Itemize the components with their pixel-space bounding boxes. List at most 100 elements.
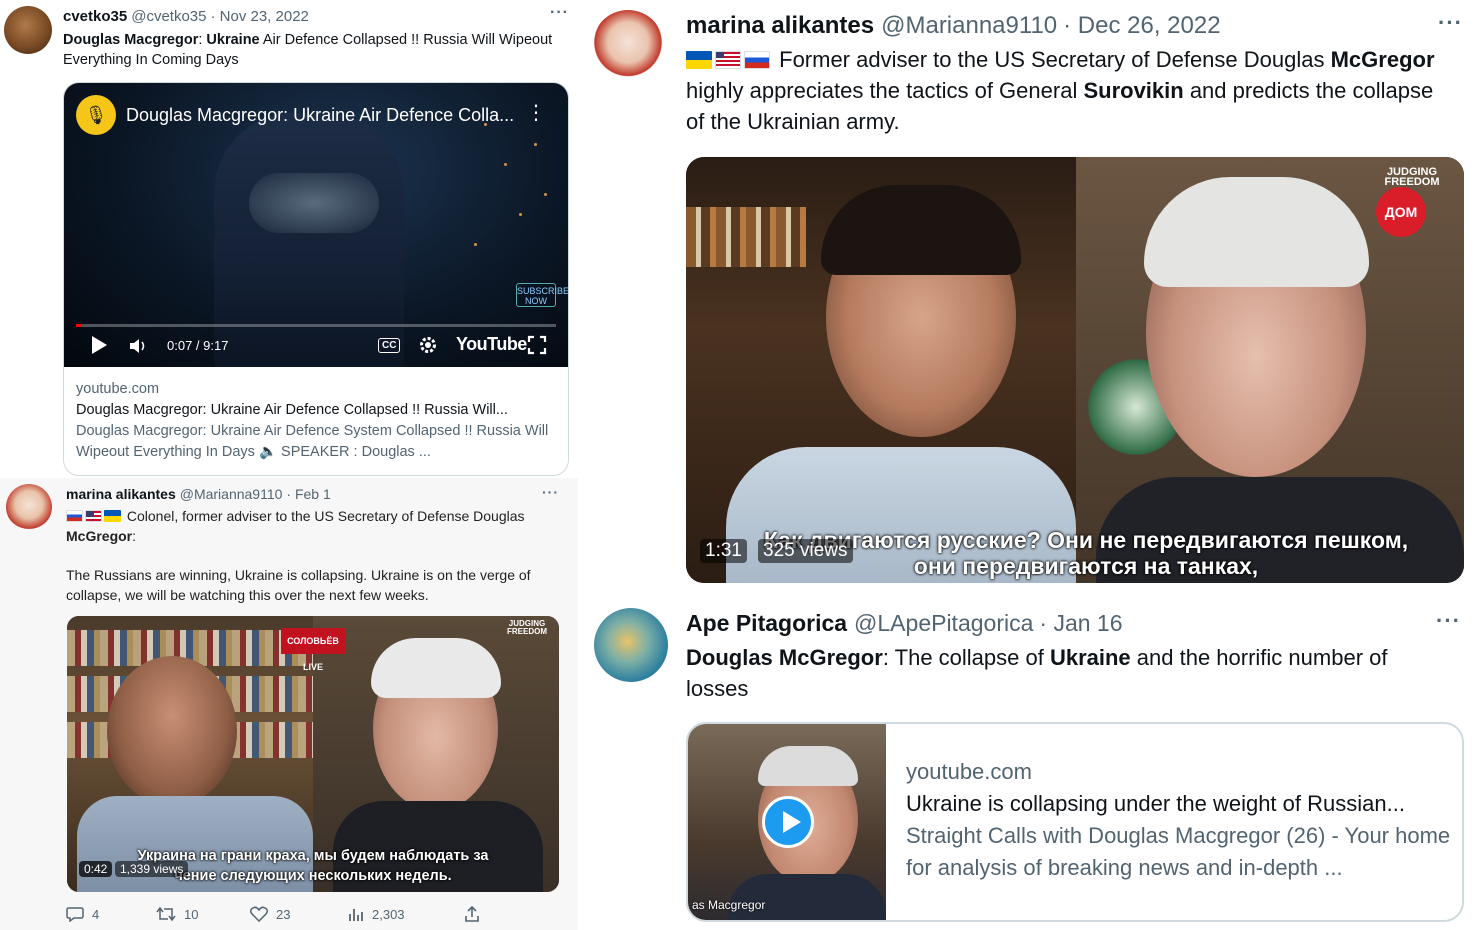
text-plain: highly appreciates the tactics of Genera…: [686, 78, 1084, 103]
author-handle[interactable]: @Marianna9110: [881, 12, 1057, 40]
tweet-header: marina alikantes @Marianna9110 · Feb 1: [66, 486, 331, 502]
retweet-button[interactable]: 10: [156, 906, 198, 922]
avatar[interactable]: [6, 484, 52, 530]
video-title[interactable]: Douglas Macgregor: Ukraine Air Defence C…: [126, 105, 514, 126]
video-time: 0:07 / 9:17: [167, 338, 229, 353]
bookshelf: [686, 207, 806, 267]
more-options-icon[interactable]: ···: [1438, 10, 1463, 36]
channel-logo: JUDGING FREEDOM: [507, 619, 547, 636]
tweet-marina-dec: marina alikantes @Marianna9110 · Dec 26,…: [578, 0, 1478, 600]
more-options-icon[interactable]: ···: [550, 4, 569, 22]
heart-icon: [249, 906, 269, 923]
author-handle[interactable]: @Marianna9110: [180, 486, 283, 502]
tweet-header: Ape Pitagorica @LApePitagorica · Jan 16: [686, 610, 1123, 637]
link-description: Douglas Macgregor: Ukraine Air Defence S…: [76, 423, 549, 460]
link-title[interactable]: Ukraine is collapsing under the weight o…: [906, 788, 1451, 820]
more-options-icon[interactable]: ···: [542, 484, 559, 500]
link-title[interactable]: Douglas Macgregor: Ukraine Air Defence C…: [76, 400, 556, 421]
us-flag-icon: [715, 51, 741, 69]
tweet-date[interactable]: · Nov 23, 2022: [210, 8, 308, 25]
tweet-text: Colonel, former adviser to the US Secret…: [66, 506, 561, 605]
us-flag-icon: [85, 510, 102, 522]
video-views: 325 views: [758, 539, 853, 563]
person-hair: [821, 185, 1021, 275]
subscribe-badge: SUBSCRIBE NOW: [516, 283, 568, 307]
play-icon[interactable]: [762, 796, 814, 848]
author-handle[interactable]: @LApePitagorica: [854, 610, 1033, 637]
play-icon[interactable]: [90, 335, 108, 358]
share-button[interactable]: [464, 905, 488, 922]
video-left-pane: [686, 157, 1076, 583]
avatar[interactable]: [592, 10, 664, 82]
fullscreen-icon[interactable]: [527, 335, 547, 358]
video-player[interactable]: СОЛОВЬЁВ LIVE JUDGING FREEDOM Украина на…: [67, 616, 559, 892]
author-name[interactable]: cvetko35: [63, 8, 127, 25]
avatar[interactable]: [594, 608, 668, 682]
text-plain: Former adviser to the US Secretary of De…: [779, 47, 1325, 72]
video-menu-icon[interactable]: ⋮: [526, 103, 546, 123]
views-button[interactable]: 2,303: [348, 906, 405, 922]
channel-microphone-icon[interactable]: 🎙: [76, 95, 116, 135]
text-bold: Douglas McGregor: [686, 645, 883, 670]
link-meta: youtube.com Douglas Macgregor: Ukraine A…: [76, 379, 556, 463]
video-player[interactable]: 🎙 Douglas Macgregor: Ukraine Air Defence…: [64, 83, 568, 367]
like-count: 23: [276, 907, 291, 922]
ukraine-flag-icon: [686, 51, 712, 69]
text-plain: : The collapse of: [882, 645, 1050, 670]
bokeh-light: [519, 213, 522, 216]
link-thumbnail[interactable]: as Macgregor: [688, 724, 886, 920]
channel-logo-dom: ДОМ: [1376, 187, 1426, 237]
video-player[interactable]: JUDGING FREEDOM ДОМ Как двигаются русски…: [686, 157, 1464, 583]
like-button[interactable]: 23: [249, 906, 291, 923]
youtube-card[interactable]: 🎙 Douglas Macgregor: Ukraine Air Defence…: [63, 82, 569, 476]
progress-fill: [76, 324, 83, 327]
text-plain: :: [132, 528, 137, 544]
video-figure: [214, 113, 404, 367]
author-name[interactable]: marina alikantes: [66, 486, 176, 502]
youtube-logo[interactable]: YouTube: [456, 334, 527, 355]
author-name[interactable]: Ape Pitagorica: [686, 610, 847, 637]
video-hands: [249, 173, 379, 233]
more-options-icon[interactable]: ···: [1436, 608, 1461, 634]
reply-icon: [66, 907, 84, 923]
tweet-text: Douglas McGregor: The collapse of Ukrain…: [686, 642, 1446, 704]
tweet-date[interactable]: · Feb 1: [286, 486, 330, 502]
youtube-link-card[interactable]: as Macgregor youtube.com Ukraine is coll…: [686, 722, 1464, 922]
settings-gear-icon[interactable]: [418, 335, 438, 358]
russia-flag-icon: [744, 51, 770, 69]
author-name[interactable]: marina alikantes: [686, 12, 874, 40]
progress-bar[interactable]: [76, 324, 556, 327]
person-hair: [1144, 177, 1369, 287]
tweet-text: Douglas Macgregor: Ukraine Air Defence C…: [63, 30, 553, 70]
thumbnail-caption: as Macgregor: [692, 898, 766, 912]
text-bold: Surovikin: [1083, 78, 1184, 103]
retweet-count: 10: [184, 907, 199, 922]
tweet-text: Former adviser to the US Secretary of De…: [686, 44, 1446, 137]
reply-button[interactable]: 4: [66, 906, 100, 923]
tweet-marina-feb: marina alikantes @Marianna9110 · Feb 1 ·…: [0, 478, 578, 930]
views-count: 2,303: [372, 907, 405, 922]
person-head: [107, 656, 237, 806]
bokeh-light: [474, 243, 477, 246]
text-plain: Colonel, former adviser to the US Secret…: [126, 508, 525, 524]
russia-flag-icon: [66, 510, 83, 522]
tweet-date[interactable]: · Jan 16: [1039, 610, 1122, 637]
reply-count: 4: [92, 907, 100, 922]
tweet-header: marina alikantes @Marianna9110 · Dec 26,…: [686, 12, 1221, 40]
video-duration: 1:31: [700, 539, 747, 563]
captions-icon[interactable]: CC: [378, 338, 401, 353]
video-views: 1,339 views: [115, 861, 189, 877]
tweet-cvetko35: cvetko35 @cvetko35 · Nov 23, 2022 ··· Do…: [0, 0, 578, 478]
avatar[interactable]: [4, 6, 52, 54]
text-paragraph: The Russians are winning, Ukraine is col…: [66, 567, 531, 603]
tweet-date[interactable]: · Dec 26, 2022: [1063, 12, 1220, 40]
bokeh-light: [534, 143, 537, 146]
ukraine-flag-icon: [104, 510, 121, 522]
text-bold: Douglas Macgregor: [63, 32, 199, 48]
link-domain: youtube.com: [76, 381, 160, 397]
author-handle[interactable]: @cvetko35: [131, 8, 206, 25]
bokeh-light: [544, 193, 547, 196]
share-icon: [465, 905, 479, 922]
volume-icon[interactable]: [128, 337, 148, 358]
link-domain: youtube.com: [906, 759, 1032, 784]
